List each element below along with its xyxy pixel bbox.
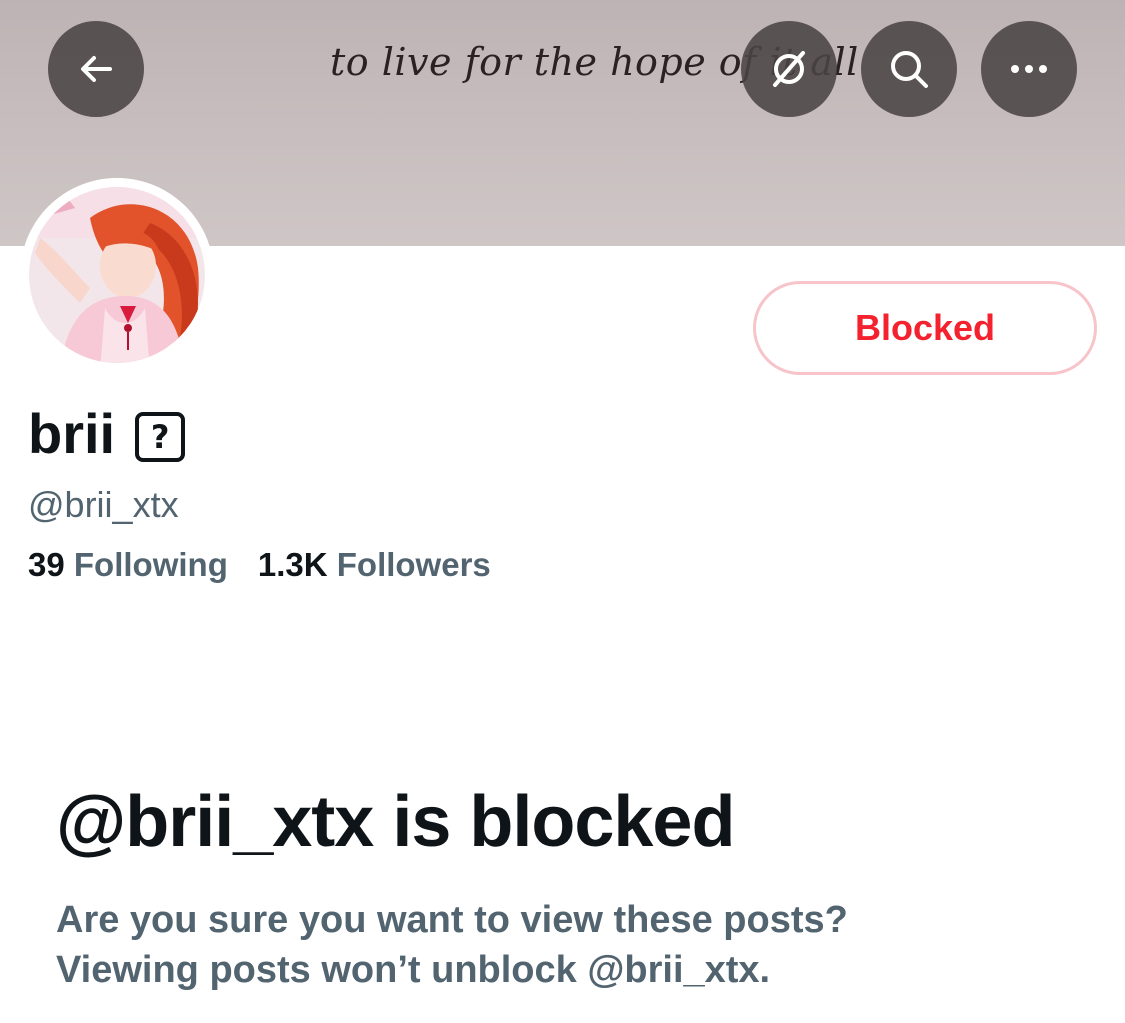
- search-icon: [887, 47, 931, 91]
- grok-button[interactable]: [741, 21, 837, 117]
- blocked-notice-title: @brii_xtx is blocked: [56, 782, 735, 862]
- blocked-notice-line-1: Are you sure you want to view these post…: [56, 899, 848, 941]
- profile-stats: 39 Following 1.3K Followers: [28, 546, 491, 584]
- blocked-notice-message: Are you sure you want to view these post…: [56, 895, 848, 995]
- back-button[interactable]: [48, 21, 144, 117]
- blocked-button[interactable]: Blocked: [753, 281, 1097, 375]
- search-button[interactable]: [861, 21, 957, 117]
- followers-count: 1.3K: [257, 546, 328, 583]
- blocked-notice-line-2: Viewing posts won’t unblock @brii_xtx.: [56, 949, 771, 991]
- more-horizontal-icon: [1007, 63, 1051, 75]
- arrow-left-icon: [76, 49, 116, 89]
- following-label: Following: [73, 546, 228, 583]
- display-name: brii: [28, 402, 116, 465]
- profile-handle: @brii_xtx: [28, 484, 179, 525]
- following-link[interactable]: 39 Following: [28, 546, 228, 584]
- unknown-character-icon: ?: [135, 412, 186, 462]
- profile-name-row: brii ?: [28, 402, 186, 466]
- more-options-button[interactable]: [981, 21, 1077, 117]
- grok-icon: [767, 47, 811, 91]
- profile-avatar[interactable]: [20, 178, 214, 372]
- followers-label: Followers: [336, 546, 491, 583]
- following-count: 39: [28, 546, 65, 583]
- followers-link[interactable]: 1.3K Followers: [258, 546, 491, 584]
